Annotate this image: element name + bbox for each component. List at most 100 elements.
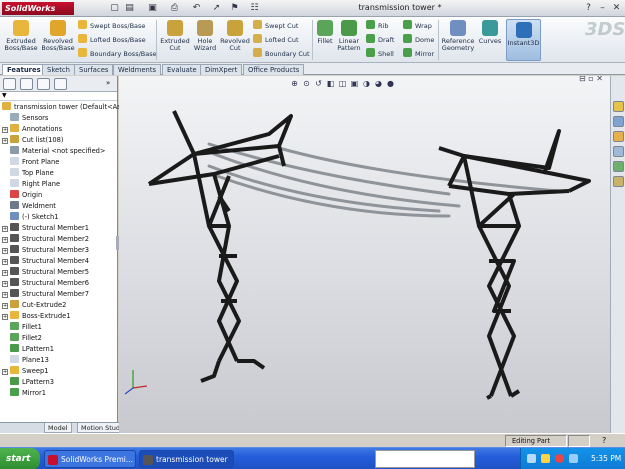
tree-item[interactable]: Plane13: [2, 355, 49, 366]
appearances-icon[interactable]: [613, 176, 624, 187]
close-icon[interactable]: ✕: [610, 2, 623, 14]
tray-volume-icon[interactable]: [541, 454, 550, 463]
expand-toggle-icon[interactable]: [2, 213, 8, 219]
tree-item[interactable]: + Structural Member7: [2, 289, 89, 300]
expand-toggle-icon[interactable]: [2, 158, 8, 164]
wrap-button[interactable]: Wrap: [403, 20, 432, 31]
expand-toggle-icon[interactable]: +: [2, 237, 8, 243]
expand-toggle-icon[interactable]: [2, 356, 8, 362]
tray-security-icon[interactable]: [555, 454, 564, 463]
expand-toggle-icon[interactable]: [2, 378, 8, 384]
dimxpert-manager-icon[interactable]: [54, 78, 67, 90]
tab-dimxpert[interactable]: DimXpert: [200, 64, 243, 75]
tree-item[interactable]: LPattern3: [2, 377, 54, 388]
save-icon[interactable]: ▣: [146, 2, 159, 14]
expand-toggle-icon[interactable]: +: [2, 127, 8, 133]
tree-item[interactable]: + Boss-Extrude1: [2, 311, 70, 322]
tree-item[interactable]: + Structural Member1: [2, 223, 89, 234]
tab-evaluate[interactable]: Evaluate: [162, 64, 202, 75]
tree-item[interactable]: + Annotations: [2, 124, 62, 135]
revolved-cut-button[interactable]: Revolved Cut: [219, 20, 251, 52]
extruded-boss-base-button[interactable]: Extruded Boss/Base: [3, 20, 39, 52]
expand-toggle-icon[interactable]: [2, 180, 8, 186]
taskbar-solidworks[interactable]: SolidWorks Premi...: [44, 450, 136, 468]
tree-item[interactable]: + Structural Member4: [2, 256, 89, 267]
tree-item[interactable]: Mirror1: [2, 388, 46, 399]
minimize-icon[interactable]: –: [596, 2, 609, 14]
revolved-boss-base-button[interactable]: Revolved Boss/Base: [40, 20, 76, 52]
expand-toggle-icon[interactable]: +: [2, 314, 8, 320]
tab-sketch[interactable]: Sketch: [42, 64, 75, 75]
expand-toggle-icon[interactable]: +: [2, 259, 8, 265]
expand-toggle-icon[interactable]: [2, 345, 8, 351]
start-button[interactable]: start: [0, 448, 40, 469]
reference-geometry-button[interactable]: Reference Geometry: [440, 20, 476, 52]
swept-boss-base-button[interactable]: Swept Boss/Base: [78, 20, 145, 31]
hole-wizard-button[interactable]: Hole Wizard: [192, 20, 218, 52]
expand-toggle-icon[interactable]: [2, 334, 8, 340]
status-units-box[interactable]: [568, 435, 590, 447]
tree-item[interactable]: + Sweep1: [2, 366, 48, 377]
expand-toggle-icon[interactable]: +: [2, 248, 8, 254]
tree-item[interactable]: Sensors: [2, 113, 48, 124]
linear-pattern-button[interactable]: Linear Pattern: [336, 20, 362, 52]
graphics-viewport[interactable]: ⊕ ⊙ ↺ ◧ ◫ ▣ ◑ ◕ ● ⊟ ▫ ✕: [119, 76, 610, 433]
tree-item[interactable]: + Structural Member2: [2, 234, 89, 245]
boundary-boss-base-button[interactable]: Boundary Boss/Base: [78, 48, 157, 59]
new-document-icon[interactable]: ▢: [108, 2, 121, 14]
tree-item[interactable]: Material <not specified>: [2, 146, 106, 157]
mirror-button[interactable]: Mirror: [403, 48, 434, 59]
expand-toggle-icon[interactable]: [2, 114, 8, 120]
tree-item[interactable]: + Cut list(108): [2, 135, 63, 146]
tree-item[interactable]: + Structural Member6: [2, 278, 89, 289]
shell-button[interactable]: Shell: [366, 48, 394, 59]
select-pointer-icon[interactable]: ➚: [210, 2, 223, 14]
expand-toggle-icon[interactable]: +: [2, 138, 8, 144]
undo-icon[interactable]: ↶: [190, 2, 203, 14]
tree-item[interactable]: Right Plane: [2, 179, 60, 190]
swept-cut-button[interactable]: Swept Cut: [253, 20, 298, 31]
expand-toggle-icon[interactable]: [2, 389, 8, 395]
rebuild-icon[interactable]: ⚑: [228, 2, 241, 14]
property-manager-icon[interactable]: [20, 78, 33, 90]
design-library-icon[interactable]: [613, 116, 624, 127]
tree-item[interactable]: + Cut-Extrude2: [2, 300, 66, 311]
resources-icon[interactable]: [613, 101, 624, 112]
tree-item[interactable]: Origin: [2, 190, 42, 201]
search-icon[interactable]: [613, 146, 624, 157]
help-icon[interactable]: ?: [582, 2, 595, 14]
file-explorer-icon[interactable]: [613, 131, 624, 142]
tree-item[interactable]: (-) Sketch1: [2, 212, 59, 223]
tree-item[interactable]: Front Plane: [2, 157, 59, 168]
tree-item[interactable]: Weldment: [2, 201, 56, 212]
print-icon[interactable]: ⎙: [168, 2, 181, 14]
expand-toggle-icon[interactable]: [2, 323, 8, 329]
options-icon[interactable]: ☷: [248, 2, 261, 14]
instant3d-button[interactable]: Instant3D: [506, 22, 541, 47]
rib-button[interactable]: Rib: [366, 20, 388, 31]
taskbar-transmission-tower[interactable]: transmission tower: [139, 450, 234, 468]
expand-toggle-icon[interactable]: +: [2, 281, 8, 287]
expand-toggle-icon[interactable]: +: [2, 226, 8, 232]
panel-expand-icon[interactable]: »: [106, 79, 110, 87]
tab-features[interactable]: Features: [2, 64, 46, 75]
tree-item[interactable]: Fillet1: [2, 322, 42, 333]
curves-button[interactable]: Curves: [478, 20, 502, 45]
expand-toggle-icon[interactable]: [2, 202, 8, 208]
tree-item[interactable]: Top Plane: [2, 168, 54, 179]
help-icon[interactable]: ?: [602, 435, 606, 447]
expand-toggle-icon[interactable]: +: [2, 369, 8, 375]
tab-model[interactable]: Model: [44, 423, 72, 433]
expand-toggle-icon[interactable]: [2, 147, 8, 153]
draft-button[interactable]: Draft: [366, 34, 394, 45]
tree-root[interactable]: transmission tower (Default<As M...: [2, 102, 135, 113]
tree-item[interactable]: + Structural Member5: [2, 267, 89, 278]
configuration-manager-icon[interactable]: [37, 78, 50, 90]
tree-item[interactable]: Fillet2: [2, 333, 42, 344]
extruded-cut-button[interactable]: Extruded Cut: [159, 20, 191, 52]
expand-toggle-icon[interactable]: +: [2, 270, 8, 276]
expand-toggle-icon[interactable]: +: [2, 292, 8, 298]
tab-weldments[interactable]: Weldments: [113, 64, 162, 75]
tab-surfaces[interactable]: Surfaces: [74, 64, 114, 75]
tray-display-icon[interactable]: [569, 454, 578, 463]
